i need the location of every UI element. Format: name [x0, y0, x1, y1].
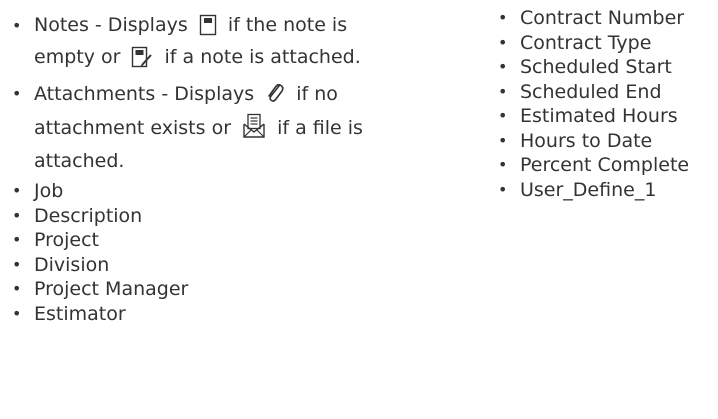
list-item-label: Division	[34, 253, 110, 276]
bullet: •	[498, 155, 508, 174]
list-item-label: Estimator	[34, 302, 126, 325]
bullet: •	[12, 303, 22, 323]
list-item-attachments: • Attachments - Displays if no attachmen…	[8, 80, 398, 175]
list-item-label: Scheduled End	[520, 80, 662, 103]
bullet: •	[498, 130, 508, 150]
notes-prefix: Notes - Displays	[34, 14, 188, 36]
list-item-label: Contract Number	[520, 7, 685, 29]
list-item-label: Project Manager	[34, 278, 189, 300]
bullet: •	[498, 106, 508, 125]
list-item-label: Contract Type	[520, 31, 652, 54]
bullet: •	[12, 16, 22, 35]
list-item: • Hours to Date	[494, 129, 716, 154]
right-field-list: • Contract Number • Contract Type • Schedul…	[494, 6, 716, 202]
list-item-notes: • Notes - Displays if the note is empty …	[8, 12, 398, 76]
list-item-label: Scheduled Start	[520, 56, 672, 78]
list-item-label: Description	[34, 204, 143, 227]
list-item: • Contract Type	[494, 31, 716, 56]
bullet: •	[498, 81, 508, 101]
list-item: • Division	[8, 253, 398, 278]
list-item: • Project	[8, 228, 398, 253]
list-item-label: Estimated Hours	[520, 105, 678, 127]
list-item-label: User_Define_1	[520, 178, 657, 201]
list-item: • Project Manager	[8, 277, 398, 302]
bullet: •	[498, 179, 508, 199]
list-item: • Contract Number	[494, 6, 716, 31]
list-item: • Percent Complete	[494, 153, 716, 178]
note-empty-icon	[199, 14, 217, 44]
attachments-prefix: Attachments - Displays	[34, 83, 255, 105]
bullet: •	[12, 205, 22, 225]
list-item: • Estimated Hours	[494, 104, 716, 129]
bullet: •	[12, 254, 22, 274]
bullet: •	[12, 230, 22, 249]
list-item-label: Job	[34, 180, 64, 202]
note-attached-icon	[131, 46, 153, 76]
list-item: • Scheduled Start	[494, 55, 716, 80]
bullet: •	[12, 84, 22, 103]
list-item-label: Project	[34, 229, 100, 251]
list-item-label: Percent Complete	[520, 154, 690, 176]
list-item: • Job	[8, 179, 398, 204]
bullet: •	[498, 8, 508, 27]
list-item: • Description	[8, 204, 398, 229]
envelope-file-icon	[242, 113, 266, 147]
bullet: •	[12, 181, 22, 200]
notes-suffix: if a note is attached.	[164, 46, 361, 68]
list-item-label: Hours to Date	[520, 129, 653, 152]
bullet: •	[498, 57, 508, 76]
list-item: • Estimator	[8, 302, 398, 327]
list-item: • User_Define_1	[494, 178, 716, 203]
bullet: •	[498, 32, 508, 52]
list-item: • Scheduled End	[494, 80, 716, 105]
bullet: •	[12, 279, 22, 298]
left-field-list: • Notes - Displays if the note is empty …	[8, 12, 398, 326]
paperclip-icon	[265, 81, 285, 113]
